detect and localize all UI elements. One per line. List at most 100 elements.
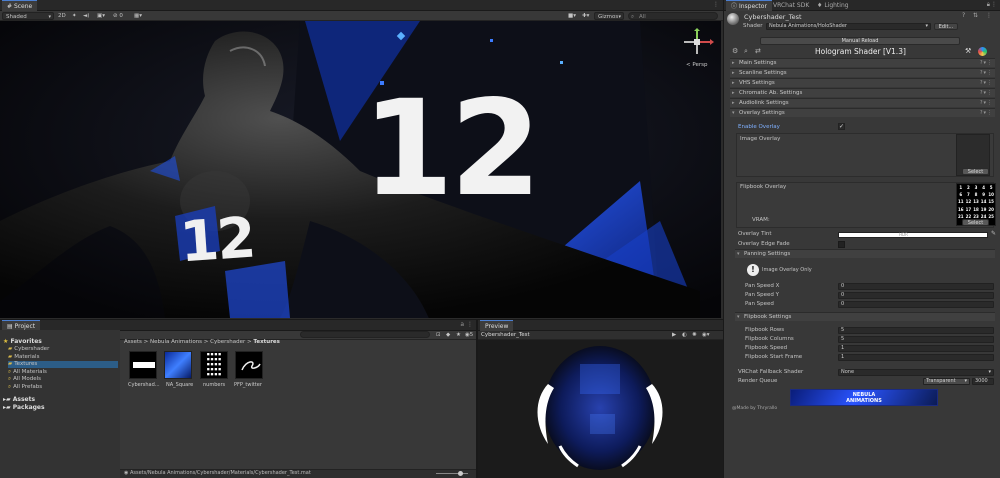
tab-scene[interactable]: # Scene	[2, 0, 38, 11]
manual-reload-button[interactable]: Manual Reload	[760, 37, 960, 45]
flipbook-select-button[interactable]: Select	[962, 219, 989, 226]
breadcrumb-cybershader[interactable]: Cybershader	[210, 339, 245, 345]
persp-label[interactable]: < Persp	[686, 62, 707, 68]
tab-vrchat-sdk[interactable]: VRChat SDK	[768, 0, 814, 11]
favorite-item[interactable]: ⌕ All Materials	[8, 369, 118, 376]
enable-overlay-checkbox[interactable]: ✓	[838, 123, 845, 130]
pan-row-value-field[interactable]: 0	[838, 301, 994, 308]
preview-material-name: Cybershader_Test	[481, 332, 530, 338]
effects-toggle-icon[interactable]: ▣▾	[97, 12, 105, 20]
project-search-input[interactable]	[300, 331, 430, 338]
material-sphere-icon	[727, 13, 739, 25]
preview-light-icon[interactable]: ✺	[692, 331, 697, 339]
orientation-gizmo[interactable]	[680, 28, 714, 56]
header-preset-icon[interactable]: ⇅	[973, 12, 978, 19]
filter-type-icon[interactable]: ⊡	[436, 331, 441, 339]
breadcrumb-textures[interactable]: Textures	[253, 339, 280, 345]
presets-icon[interactable]: ⇄	[755, 47, 761, 55]
2d-toggle[interactable]: 2D	[58, 12, 66, 20]
scene-big-number: 12	[362, 72, 542, 226]
hidden-packages-icon[interactable]: ◉5	[465, 331, 473, 339]
section-main-settings[interactable]: ▸ Main Settings ?▾⋮	[730, 58, 995, 67]
assets-root[interactable]: ▸▰ Assets	[3, 396, 35, 403]
grid-number: 4	[982, 185, 985, 190]
fallback-shader-dropdown[interactable]: None ▾	[838, 369, 994, 376]
grid-toggle-icon[interactable]: ▦▾	[134, 12, 142, 20]
project-lock-icon[interactable]: a	[460, 321, 464, 328]
filter-label-icon[interactable]: ◆	[446, 331, 450, 339]
favorites-header[interactable]: ★ Favorites	[3, 338, 42, 345]
shader-edit-button[interactable]: Edit...	[934, 23, 958, 30]
breadcrumb-assets[interactable]: Assets	[124, 339, 142, 345]
scene-search-input[interactable]: ⌕ All	[628, 12, 718, 20]
section-scanline-settings[interactable]: ▸ Scanline Settings ?▾⋮	[730, 68, 995, 77]
banner-line-2: ANIMATIONS	[846, 398, 882, 404]
section-flipbook-settings[interactable]: ▾ Flipbook Settings	[735, 312, 995, 321]
flipbook-row-value-field[interactable]: 1	[838, 354, 994, 361]
favorite-item[interactable]: ▰ Textures	[8, 361, 118, 368]
favorite-item[interactable]: ▰ Materials	[8, 354, 118, 361]
audio-toggle-icon[interactable]: ◄)	[83, 12, 89, 20]
overlay-tint-color-swatch[interactable]: HDR	[838, 232, 988, 238]
tools-icon[interactable]: ⚒	[965, 47, 971, 55]
favorite-item[interactable]: ⌕ All Models	[8, 376, 118, 383]
asset-thumb-cybershader[interactable]	[129, 351, 157, 379]
favorite-item[interactable]: ⌕ All Prefabs	[8, 384, 118, 391]
credit-label: @Made by Thryrallo	[732, 406, 778, 411]
render-queue-value-field[interactable]: 3000	[972, 378, 994, 385]
shading-mode-dropdown[interactable]: Shaded	[2, 12, 54, 21]
project-menu-icon[interactable]: ⋮	[467, 321, 473, 328]
folder-icon: ▰	[8, 346, 13, 352]
lighting-toggle-icon[interactable]: ✦	[72, 12, 77, 20]
pan-row-value-field[interactable]: 0	[838, 283, 994, 290]
thumbnail-size-slider[interactable]	[436, 471, 468, 476]
scene-tab-menu-icon[interactable]: ⋮	[713, 1, 719, 8]
camera-icon[interactable]: ■▾	[568, 12, 576, 20]
slider-knob[interactable]	[458, 471, 463, 476]
packages-root[interactable]: ▸▰ Packages	[3, 404, 45, 411]
favorite-star-icon[interactable]: ★	[456, 331, 461, 339]
nebula-banner[interactable]: NEBULA ANIMATIONS	[790, 389, 938, 406]
tab-inspector[interactable]: ⓘ Inspector	[726, 0, 772, 11]
hidden-objects-icon[interactable]: ⊘ 0	[113, 12, 123, 20]
asset-thumb-na-square[interactable]	[164, 351, 192, 379]
tab-lighting[interactable]: ♦ Lighting	[812, 0, 854, 11]
section-panning-settings[interactable]: ▾ Panning Settings	[735, 249, 995, 258]
play-icon[interactable]: ▶	[672, 331, 676, 339]
breadcrumb-nebula[interactable]: Nebula Animations	[150, 339, 202, 345]
header-help-icon[interactable]: ?	[962, 12, 965, 19]
scene-viewport[interactable]: 12 12 < Persp	[0, 21, 721, 318]
asset-thumb-pfp-twitter[interactable]	[235, 351, 263, 379]
inspector-lock-icon[interactable]: 🔒︎	[987, 1, 990, 9]
section-audiolink-settings[interactable]: ▸ Audiolink Settings ?▾⋮	[730, 98, 995, 107]
flipbook-row-value-field[interactable]: 1	[838, 345, 994, 352]
asset-thumb-numbers[interactable]: ■ ■ ■ ■ ■ ■ ■ ■ ■ ■ ■ ■ ■ ■ ■ ■ ■ ■ ■ ■	[200, 351, 228, 379]
section-chromatic-settings[interactable]: ▸ Chromatic Ab. Settings ?▾⋮	[730, 88, 995, 97]
tab-preview[interactable]: Preview	[480, 320, 514, 331]
folder-icon: ▸▰	[3, 404, 11, 411]
render-queue-mode-dropdown[interactable]: Transparent ▾	[923, 378, 970, 385]
preview-mesh-icon[interactable]: ◐	[682, 331, 687, 339]
pan-row-value-field[interactable]: 0	[838, 292, 994, 299]
flipbook-row-value-field[interactable]: 5	[838, 336, 994, 343]
overlay-edge-fade-swatch[interactable]	[838, 241, 845, 248]
section-vhs-settings[interactable]: ▸ VHS Settings ?▾⋮	[730, 78, 995, 87]
image-overlay-select-button[interactable]: Select	[962, 168, 989, 175]
section-overlay-settings[interactable]: ▾ Overlay Settings ?▾⋮	[730, 108, 995, 117]
header-menu-icon[interactable]: ⋮	[986, 12, 992, 19]
eyedropper-icon[interactable]: ✎	[991, 230, 996, 237]
search-icon[interactable]: ⌕	[744, 47, 748, 55]
favorite-item-label: Cybershader	[14, 346, 50, 352]
flipbook-row-value-field[interactable]: 5	[838, 327, 994, 334]
shader-dropdown[interactable]: Nebula Animations/HoloShader ▾	[766, 23, 931, 30]
favorite-item[interactable]: ▰ Cybershader	[8, 346, 118, 353]
thry-logo-icon[interactable]	[978, 47, 987, 56]
dropdown-arrow-icon: ▾	[925, 23, 928, 29]
grid-number: 3	[974, 185, 978, 190]
inspector-menu-icon[interactable]: ⋮	[991, 1, 997, 8]
settings-gear-icon[interactable]: ⚙	[732, 47, 738, 55]
gizmos-dropdown[interactable]: Gizmos	[594, 12, 624, 21]
scene-panel: # Scene ⋮ Shaded 2D ✦ ◄) ▣▾ ⊘ 0 ▦▾ ■▾ ✚▾…	[0, 0, 723, 319]
preview-settings-icon[interactable]: ◉▾	[702, 331, 710, 339]
transform-tools-icon[interactable]: ✚▾	[582, 12, 589, 20]
